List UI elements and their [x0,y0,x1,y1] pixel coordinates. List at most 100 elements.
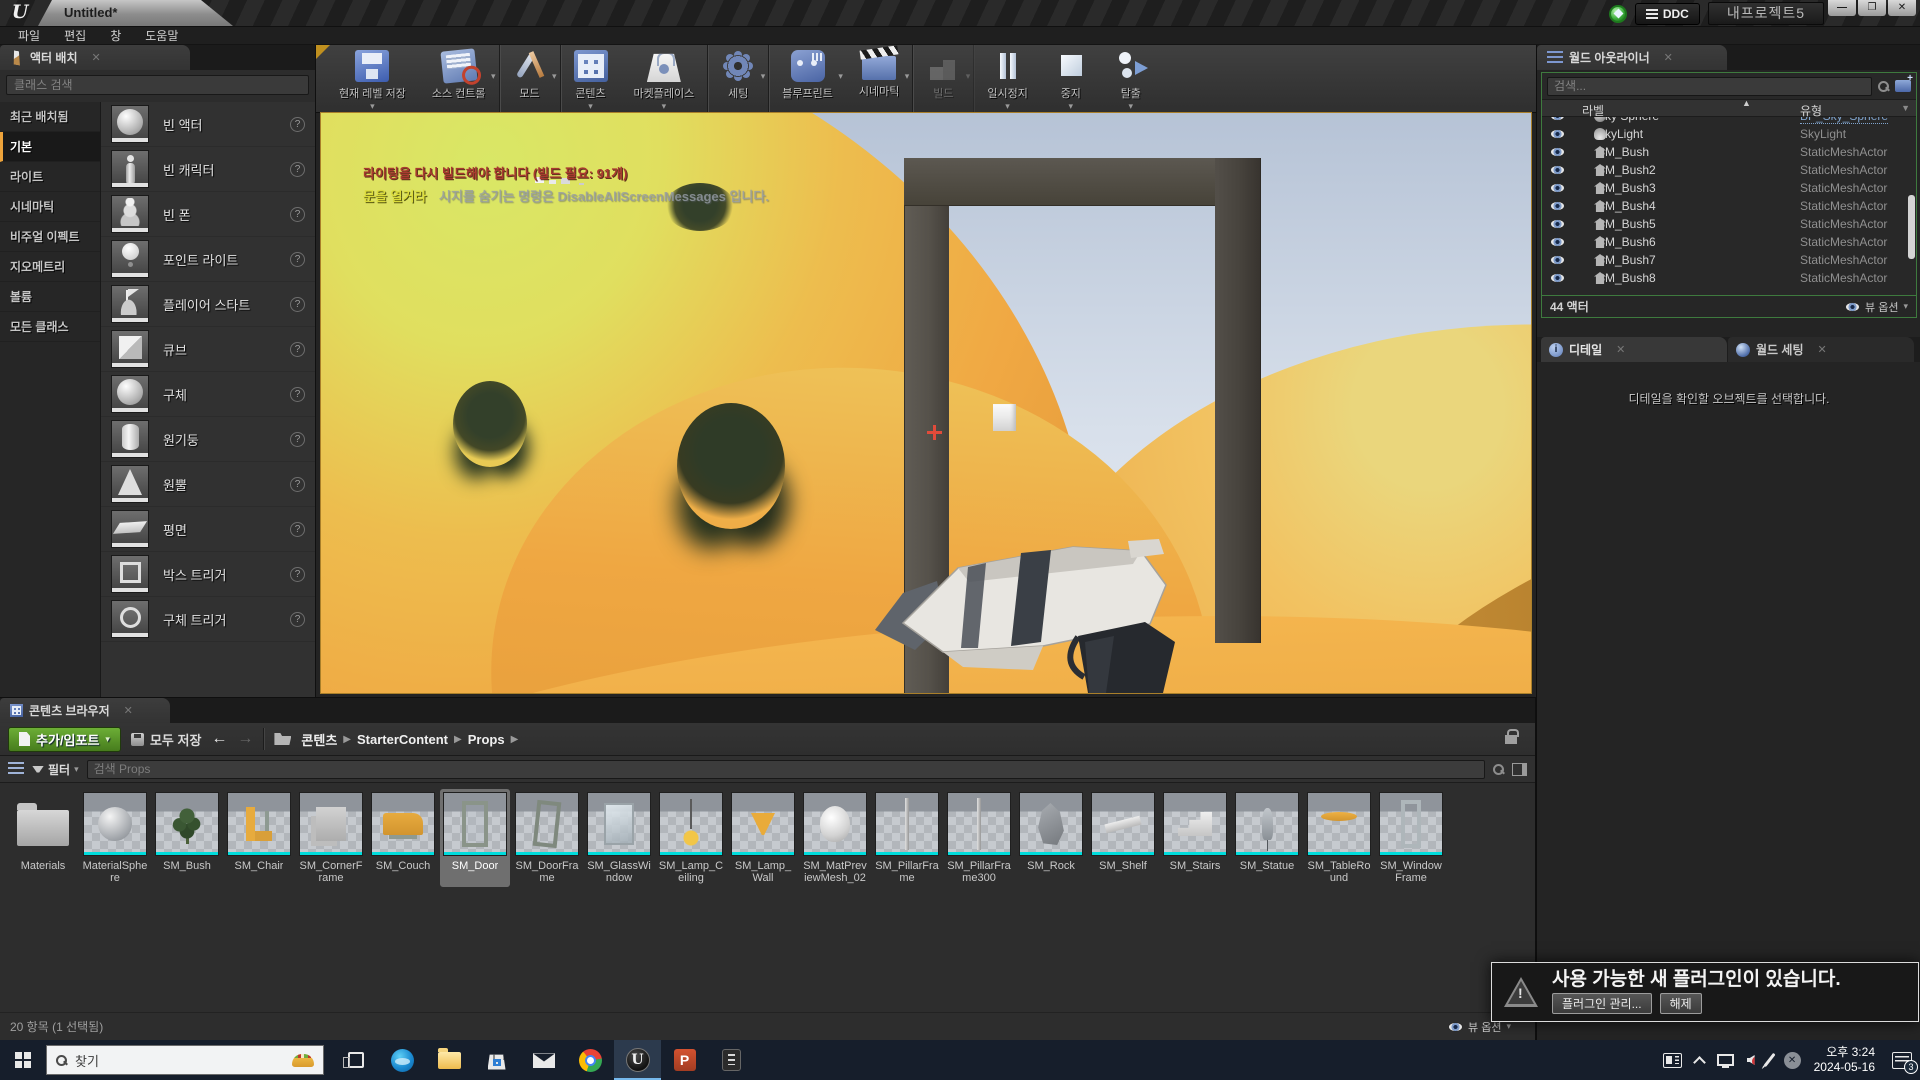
asset-tile-material-sphere[interactable]: MaterialSphere [80,789,150,887]
close-tab-icon[interactable]: ✕ [1664,51,1673,64]
game-viewport[interactable]: 라이팅을 다시 빌드해야 합니다 (빌드 필요: 91개) 시지를 숨기는 명령… [320,112,1532,694]
asset-tile-materials-folder[interactable]: Materials [8,789,78,887]
manage-plugins-button[interactable]: 플러그인 관리... [1552,993,1652,1014]
asset-tile-sm-glass-window[interactable]: SM_GlassWindow [584,789,654,887]
pen-icon[interactable] [1763,1053,1775,1067]
tab-world-outliner[interactable]: 월드 아웃라이너 ✕ [1537,45,1727,70]
breadcrumb-item[interactable]: Props [468,732,505,747]
notification-center-icon[interactable]: 3 [1892,1052,1912,1069]
lock-icon[interactable] [1505,735,1517,744]
search-highlight-icon[interactable] [292,1054,314,1067]
category-all-classes[interactable]: 모든 클래스 [0,312,100,342]
outliner-row[interactable]: SM_Bush StaticMeshActor [1542,143,1916,161]
minimize-button[interactable]: — [1828,0,1856,16]
menu-item[interactable]: 창 [98,27,133,44]
category-cinematic[interactable]: 시네마틱 [0,192,100,222]
help-badge[interactable]: ? [290,477,305,492]
taskbar-search[interactable]: 찾기 [46,1045,324,1075]
toolbar-button-pause[interactable]: 일시정지 ▾ [974,45,1040,112]
place-actor-cube[interactable]: 큐브 ? [101,327,315,372]
toolbar-button-blueprints[interactable]: 블루프린트 ▾ [769,45,846,112]
help-badge[interactable]: ? [290,252,305,267]
outliner-row[interactable]: SM_Bush5 StaticMeshActor [1542,215,1916,233]
add-folder-icon[interactable] [1895,80,1911,92]
toolbar-button-content[interactable]: 콘텐츠 ▾ [561,45,621,112]
asset-tile-sm-corner-frame[interactable]: SM_CornerFrame [296,789,366,887]
asset-tile-sm-stairs[interactable]: SM_Stairs [1160,789,1230,887]
status-circle-icon[interactable]: ✕ [1784,1052,1801,1069]
asset-tile-sm-chair[interactable]: SM_Chair [224,789,294,887]
help-badge[interactable]: ? [290,207,305,222]
taskbar-app-mail[interactable] [520,1040,567,1080]
visibility-eye-icon[interactable] [1550,165,1565,175]
asset-tile-sm-lamp-wall[interactable]: SM_Lamp_Wall [728,789,798,887]
visibility-eye-icon[interactable] [1550,219,1565,229]
help-badge[interactable]: ? [290,432,305,447]
type-filter-icon[interactable]: ▼ [1901,103,1910,113]
volume-muted-icon[interactable] [1747,1055,1755,1065]
toolbar-button-stop[interactable]: 중지 ▾ [1041,45,1101,112]
class-search-input[interactable] [6,75,309,95]
taskbar-app-store[interactable] [473,1040,520,1080]
asset-tile-sm-pillar-frame[interactable]: SM_PillarFrame [872,789,942,887]
asset-search-input[interactable] [87,760,1485,779]
ddc-button[interactable]: DDC [1635,3,1700,25]
help-badge[interactable]: ? [290,522,305,537]
category-basic[interactable]: 기본 [0,132,100,162]
source-control-status-icon[interactable] [1609,5,1627,23]
help-badge[interactable]: ? [290,297,305,312]
close-tab-icon[interactable]: ✕ [124,704,133,717]
visibility-eye-icon[interactable] [1550,201,1565,211]
asset-tile-sm-couch[interactable]: SM_Couch [368,789,438,887]
help-badge[interactable]: ? [290,567,305,582]
help-badge[interactable]: ? [290,387,305,402]
help-badge[interactable]: ? [290,117,305,132]
asset-tile-sm-door[interactable]: SM_Door [440,789,510,887]
place-actor-player-start[interactable]: 플레이어 스타트 ? [101,282,315,327]
menu-item[interactable]: 도움말 [133,27,190,44]
category-recently-placed[interactable]: 최근 배치됨 [0,102,100,132]
widgets-icon[interactable] [1663,1053,1682,1068]
taskbar-app-unreal[interactable]: U [614,1040,661,1080]
outliner-row[interactable]: SM_Bush2 StaticMeshActor [1542,161,1916,179]
toolbar-button-eject[interactable]: 탈출 ▾ [1101,45,1161,112]
outliner-row[interactable]: SkyLight SkyLight [1542,125,1916,143]
sources-panel-icon[interactable] [8,762,24,776]
breadcrumb-item[interactable]: 콘텐츠 [301,730,337,749]
outliner-scrollbar[interactable] [1908,195,1915,259]
visibility-eye-icon[interactable] [1550,255,1565,265]
help-badge[interactable]: ? [290,612,305,627]
visibility-eye-icon[interactable] [1550,237,1565,247]
toolbar-button-settings[interactable]: 세팅 ▾ [708,45,769,112]
chevron-up-icon[interactable] [1693,1056,1706,1069]
asset-tile-sm-pillar-frame300[interactable]: SM_PillarFrame300 [944,789,1014,887]
taskbar-app-powerpoint[interactable]: P [661,1040,708,1080]
asset-tile-sm-lamp-ceiling[interactable]: SM_Lamp_Ceiling [656,789,726,887]
close-tab-icon[interactable]: ✕ [1818,343,1827,356]
outliner-row[interactable]: SM_Bush4 StaticMeshActor [1542,197,1916,215]
outliner-row[interactable]: SM_Bush3 StaticMeshActor [1542,179,1916,197]
tab-content-browser[interactable]: 콘텐츠 브라우저 ✕ [0,698,170,723]
save-all-button[interactable]: 모두 저장 [131,730,201,749]
category-visual-effects[interactable]: 비주얼 이펙트 [0,222,100,252]
visibility-eye-icon[interactable] [1550,117,1565,121]
place-actor-cylinder[interactable]: 원기둥 ? [101,417,315,462]
add-import-button[interactable]: 추가/임포트 ▾ [8,727,121,752]
category-volumes[interactable]: 볼륨 [0,282,100,312]
tab-details[interactable]: i 디테일 ✕ [1541,337,1727,362]
place-actor-point-light[interactable]: 포인트 라이트 ? [101,237,315,282]
filter-button[interactable]: 필터▾ [32,761,79,778]
asset-tile-sm-mat-preview-mesh-02[interactable]: SM_MatPreviewMesh_02 [800,789,870,887]
category-lights[interactable]: 라이트 [0,162,100,192]
toolbar-button-source-control[interactable]: 소스 컨트롤 ▾ [419,45,500,112]
breadcrumb-item[interactable]: StarterContent [357,732,448,747]
place-actor-sphere-trigger[interactable]: 구체 트리거 ? [101,597,315,642]
asset-tile-sm-rock[interactable]: SM_Rock [1016,789,1086,887]
asset-tile-sm-table-round[interactable]: SM_TableRound [1304,789,1374,887]
visibility-eye-icon[interactable] [1550,273,1565,283]
level-tab[interactable]: Untitled* [38,0,233,26]
visibility-eye-icon[interactable] [1550,147,1565,157]
taskbar-app-task-view[interactable] [332,1040,379,1080]
navigate-forward-button[interactable]: → [237,730,253,748]
menu-item[interactable]: 파일 [6,27,52,44]
